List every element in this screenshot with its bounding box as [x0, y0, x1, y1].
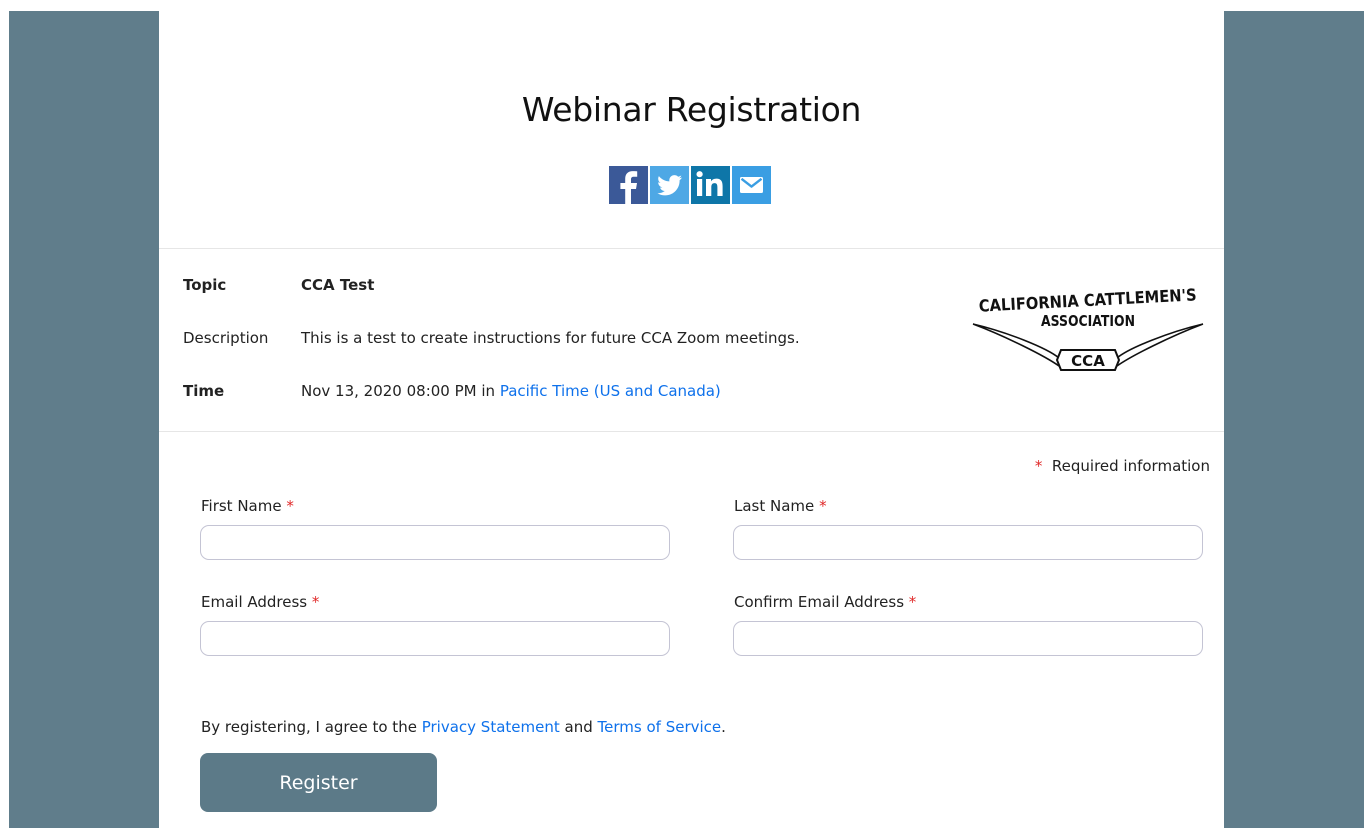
email-input[interactable]: [200, 621, 670, 656]
last-name-input[interactable]: [733, 525, 1203, 560]
registration-card: Webinar Registration Topic CCA Test Desc…: [159, 11, 1224, 828]
first-name-label: First Name *: [201, 497, 294, 515]
facebook-icon: [620, 171, 638, 204]
cca-logo: CALIFORNIA CATTLEMEN'S ASSOCIATION CCA: [972, 285, 1204, 371]
confirm-email-label: Confirm Email Address *: [734, 593, 916, 611]
email-label-text: Email Address: [201, 593, 308, 611]
page-title: Webinar Registration: [521, 90, 862, 129]
required-asterisk: *: [819, 497, 827, 515]
agreement-text: By registering, I agree to the Privacy S…: [201, 718, 726, 736]
section-divider: [159, 431, 1224, 432]
logo-line2: ASSOCIATION: [1041, 312, 1135, 330]
required-asterisk: *: [1034, 457, 1043, 475]
confirm-email-label-text: Confirm Email Address: [734, 593, 905, 611]
register-button[interactable]: Register: [200, 753, 437, 812]
required-note-text: Required information: [1051, 457, 1210, 475]
agreement-prefix: By registering, I agree to the: [201, 718, 417, 736]
confirm-email-input[interactable]: [733, 621, 1203, 656]
time-label: Time: [183, 382, 225, 400]
first-name-label-text: First Name: [201, 497, 282, 515]
required-information-note: * Required information: [1035, 457, 1210, 475]
terms-of-service-link[interactable]: Terms of Service: [598, 718, 722, 736]
first-name-input[interactable]: [200, 525, 670, 560]
share-linkedin-button[interactable]: [691, 166, 730, 204]
share-email-button[interactable]: [732, 166, 771, 204]
timezone-link[interactable]: Pacific Time (US and Canada): [500, 382, 721, 400]
share-bar: [609, 166, 771, 204]
section-divider: [159, 248, 1224, 249]
last-name-label-text: Last Name: [734, 497, 815, 515]
description-label: Description: [183, 329, 269, 347]
agreement-suffix: .: [721, 718, 726, 736]
twitter-icon: [657, 175, 682, 196]
topic-value: CCA Test: [301, 276, 375, 294]
share-facebook-button[interactable]: [609, 166, 648, 204]
description-value: This is a test to create instructions fo…: [301, 329, 800, 347]
required-asterisk: *: [311, 593, 320, 611]
privacy-statement-link[interactable]: Privacy Statement: [422, 718, 560, 736]
logo-badge: CCA: [1071, 352, 1105, 370]
email-label: Email Address *: [201, 593, 319, 611]
required-asterisk: *: [286, 497, 294, 515]
share-twitter-button[interactable]: [650, 166, 689, 204]
time-value: Nov 13, 2020 08:00 PM in Pacific Time (U…: [301, 382, 721, 400]
time-text: Nov 13, 2020 08:00 PM in: [301, 382, 496, 400]
email-icon: [740, 177, 763, 193]
topic-label: Topic: [183, 276, 227, 294]
last-name-label: Last Name *: [734, 497, 827, 515]
linkedin-icon: [696, 171, 723, 196]
agreement-and: and: [564, 718, 593, 736]
required-asterisk: *: [908, 593, 917, 611]
